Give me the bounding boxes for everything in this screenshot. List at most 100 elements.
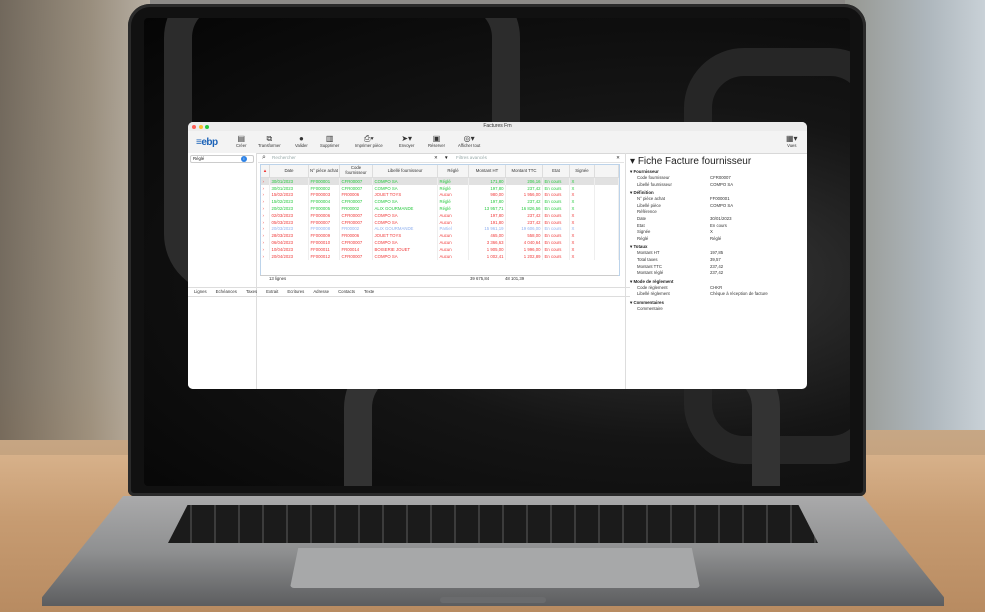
- table-cell: JOUET TOYS: [372, 232, 438, 240]
- table-row[interactable]: › 10/04/2023 FF000011 FR00014 BOISERIE JOUET…: [261, 245, 619, 253]
- send-button[interactable]: ➤▾ Envoyer: [399, 134, 414, 148]
- table-cell: En cours: [542, 191, 570, 199]
- detail-title: ▾ Fiche Facture fournisseur: [630, 156, 752, 167]
- transform-button[interactable]: ⧉ Transformer: [258, 134, 281, 148]
- table-cell: COMPO SA: [372, 198, 438, 206]
- table-row[interactable]: › 06/04/2023 FF000010 CFR00007 COMPO SA Aucun…: [261, 239, 619, 246]
- table-row[interactable]: › 15/02/2023 FF000004 CFR00007 COMPO SA Réglé…: [261, 198, 619, 206]
- row-count: 13 lignes: [269, 276, 287, 281]
- tab-3[interactable]: Extrait: [266, 288, 278, 296]
- table-cell: En cours: [542, 232, 570, 240]
- table-cell: 171,80: [468, 177, 506, 185]
- advanced-filter-input[interactable]: Filtres avancés: [456, 153, 487, 162]
- detail-field: Code fournisseur CFR00007: [626, 175, 807, 182]
- tab-6[interactable]: Contacts: [338, 288, 355, 296]
- table-cell: 30/01/2023: [269, 177, 309, 185]
- search-bar: ⌕ Rechercher ✕ ▼ Filtres avancés ✕: [258, 153, 624, 163]
- table-cell: En cours: [542, 239, 570, 246]
- table-row[interactable]: › 20/02/2023 FF000005 FR00002 ALIX GOURMANDE…: [261, 205, 619, 212]
- table-cell: FF000006: [308, 211, 340, 219]
- tab-2[interactable]: Taxes: [246, 288, 257, 296]
- filter-icon[interactable]: ▼: [444, 153, 449, 162]
- field-value: Chèque à réception de facture: [710, 291, 768, 297]
- sidebar: Réglé i: [188, 153, 257, 389]
- tab-0[interactable]: Lignes: [194, 288, 207, 296]
- minimize-button[interactable]: [198, 124, 203, 129]
- column-header-etat[interactable]: Etat: [542, 165, 570, 178]
- row-marker-icon: ›: [261, 205, 270, 212]
- table-cell: 1 956,00: [505, 191, 543, 199]
- reserve-button[interactable]: ▣ Réserver: [428, 134, 445, 148]
- trash-icon: ▥: [325, 134, 334, 143]
- column-header-ttc[interactable]: Montant TTC: [505, 165, 543, 178]
- table-row[interactable]: › 30/01/2023 FF000002 CFR00007 COMPO SA Réglé…: [261, 184, 619, 192]
- table-row[interactable]: › 28/03/2023 FF000009 FR00006 JOUET TOYS Aucu…: [261, 232, 619, 240]
- clear-icon[interactable]: ✕: [434, 153, 438, 162]
- row-marker-icon: ›: [261, 184, 270, 192]
- filter-field[interactable]: Réglé i: [190, 155, 254, 163]
- views-icon: ▦▾: [786, 134, 798, 143]
- detail-field: Montant réglé 237,42: [626, 270, 807, 277]
- background-right: [845, 0, 985, 430]
- validate-button[interactable]: ● Valider: [295, 134, 308, 148]
- column-header-code[interactable]: Code fournisseur: [339, 165, 373, 178]
- table-row[interactable]: › 20/03/2023 FF000008 FR00002 ALIX GOURMANDE…: [261, 225, 619, 233]
- table-cell: 465,00: [468, 232, 506, 240]
- table-cell: CFR00007: [339, 177, 373, 185]
- table-cell: 20/02/2023: [269, 205, 309, 212]
- table-cell: 1 202,89: [505, 252, 543, 260]
- table-row[interactable]: › 05/03/2023 FF000007 CFR00007 COMPO SA Aucun…: [261, 218, 619, 226]
- tab-7[interactable]: Texte: [364, 288, 374, 296]
- table-cell: 191,80: [468, 218, 506, 226]
- tab-4[interactable]: Ecritures: [287, 288, 304, 296]
- table-cell: 1 996,00: [505, 245, 543, 253]
- table-cell: Réglé: [437, 184, 469, 192]
- column-header-date[interactable]: Date: [269, 165, 309, 178]
- table-row[interactable]: › 15/02/2023 FF000003 FR00006 JOUET TOYS Aucu…: [261, 191, 619, 199]
- tab-5[interactable]: Adresse: [313, 288, 329, 296]
- show-all-button[interactable]: ◎▾ Afficher tout: [458, 134, 480, 148]
- detail-tabs: Lignes Echéances Taxes Extrait Ecritures Adre…: [188, 287, 630, 297]
- table-cell: FF000010: [308, 239, 340, 246]
- table-row[interactable]: › 30/01/2023 FF000001 CFR00007 COMPO SA Réglé…: [261, 177, 619, 185]
- delete-button[interactable]: ▥ Supprimer: [320, 134, 339, 148]
- field-label: Etat: [637, 222, 645, 228]
- print-button[interactable]: ⎙▾ Imprimer pièce: [355, 134, 383, 148]
- table-cell: 05/03/2023: [269, 218, 309, 226]
- table-cell: Aucun: [437, 211, 469, 219]
- table-row[interactable]: › 20/04/2023 FF000012 CFR00007 COMPO SA Aucun…: [261, 252, 619, 260]
- tab-1[interactable]: Echéances: [216, 288, 237, 296]
- row-marker-icon: ›: [261, 198, 270, 206]
- window-title: Factures Frn: [483, 123, 512, 129]
- field-value: CHKR: [710, 284, 723, 290]
- transform-icon: ⧉: [266, 134, 273, 143]
- field-label: N° pièce achat: [637, 196, 665, 202]
- table-cell: COMPO SA: [372, 184, 438, 192]
- table-cell: COMPO SA: [372, 252, 438, 260]
- table-cell: Partiel: [437, 225, 469, 233]
- column-header-signee[interactable]: Signée: [569, 165, 595, 178]
- column-header-regle[interactable]: Réglé: [437, 165, 469, 178]
- table-cell: FF000001: [308, 177, 340, 185]
- column-header-ht[interactable]: Montant HT: [468, 165, 506, 178]
- search-input[interactable]: Rechercher: [272, 153, 296, 162]
- table-cell: CFR00007: [339, 218, 373, 226]
- field-label: Commentaire: [637, 305, 663, 311]
- zoom-button[interactable]: [205, 124, 209, 129]
- table-cell: X: [569, 177, 595, 185]
- close-filter-icon[interactable]: ✕: [616, 153, 620, 162]
- table-cell: Réglé: [437, 198, 469, 206]
- table-cell: En cours: [542, 205, 570, 212]
- column-header-libelle[interactable]: Libellé fournisseur: [372, 165, 438, 178]
- close-button[interactable]: [192, 124, 196, 129]
- views-button[interactable]: ▦▾ Vues: [786, 134, 798, 148]
- table-cell: 1 905,00: [468, 245, 506, 253]
- detail-field: Date 30/01/2023: [626, 216, 807, 223]
- row-marker-icon: ›: [261, 225, 270, 233]
- create-button[interactable]: ▤ Créer: [236, 134, 246, 148]
- column-header-piece[interactable]: N° pièce achat: [308, 165, 340, 178]
- info-icon[interactable]: i: [241, 156, 247, 162]
- table-cell: CFR00007: [339, 198, 373, 206]
- detail-field: Commentaire: [626, 306, 807, 313]
- table-row[interactable]: › 02/03/2023 FF000006 CFR00007 COMPO SA Aucun…: [261, 211, 619, 219]
